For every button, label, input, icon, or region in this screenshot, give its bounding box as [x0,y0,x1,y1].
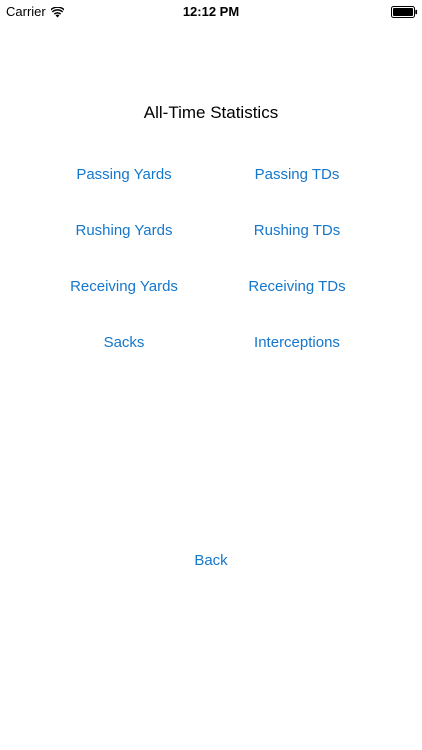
passing-tds-button[interactable]: Passing TDs [197,166,397,184]
passing-yards-button[interactable]: Passing Yards [24,166,224,184]
battery-icon [391,5,418,18]
sacks-button[interactable]: Sacks [24,334,224,352]
rushing-tds-button[interactable]: Rushing TDs [197,222,397,240]
clock: 12:12 PM [182,4,240,19]
receiving-tds-button[interactable]: Receiving TDs [197,278,397,296]
interceptions-button[interactable]: Interceptions [197,334,397,352]
rushing-yards-button[interactable]: Rushing Yards [24,222,224,240]
receiving-yards-button[interactable]: Receiving Yards [24,278,224,296]
status-bar: Carrier 12:12 PM [0,0,422,24]
back-button[interactable]: Back [161,552,261,570]
page-title: All-Time Statistics [143,103,279,122]
